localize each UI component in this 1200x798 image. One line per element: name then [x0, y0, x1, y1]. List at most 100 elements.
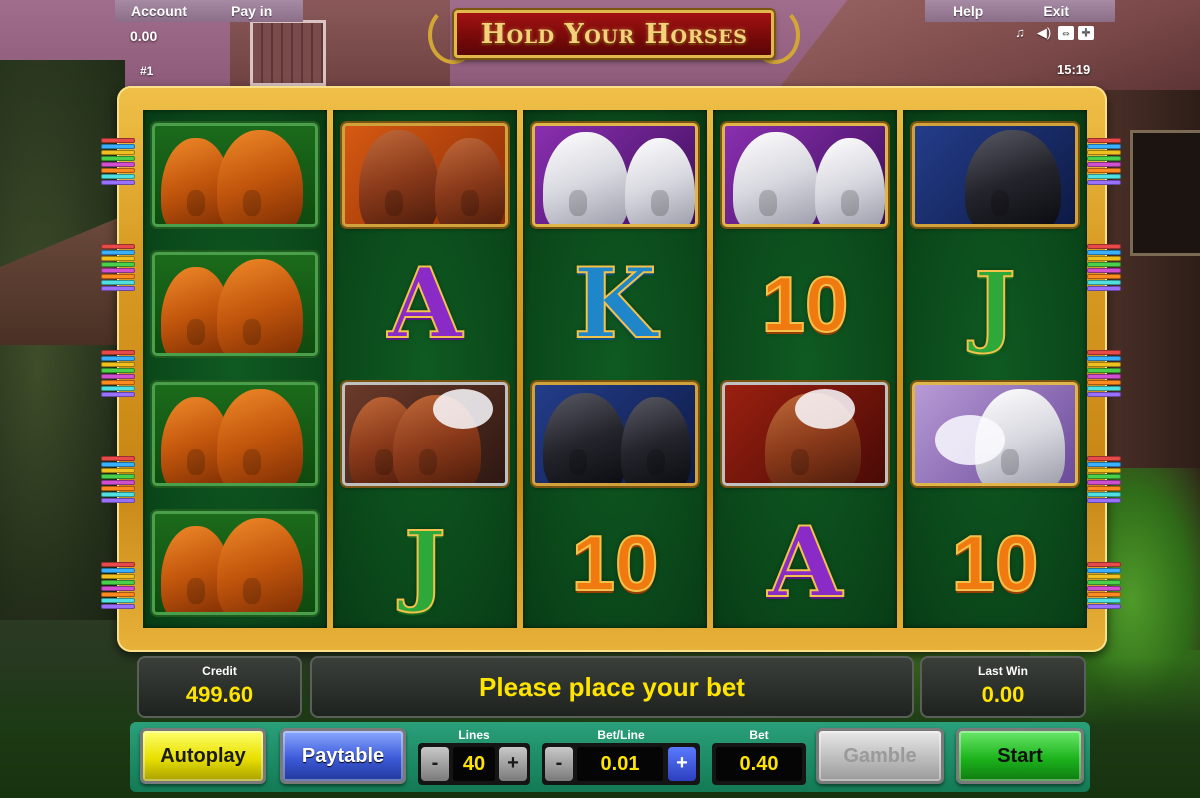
payline-marker[interactable]: [1087, 604, 1121, 609]
betline-decrease-button[interactable]: -: [545, 747, 573, 781]
payline-marker[interactable]: [101, 168, 135, 173]
sound-icon[interactable]: ◀): [1034, 25, 1054, 41]
payline-marker[interactable]: [1087, 574, 1121, 579]
payline-marker[interactable]: [101, 392, 135, 397]
payline-marker[interactable]: [101, 498, 135, 503]
payline-marker[interactable]: [1087, 568, 1121, 573]
payline-marker[interactable]: [101, 574, 135, 579]
payline-marker[interactable]: [101, 604, 135, 609]
payline-marker[interactable]: [1087, 256, 1121, 261]
payline-marker[interactable]: [1087, 138, 1121, 143]
account-link[interactable]: Account: [131, 3, 187, 19]
payline-marker[interactable]: [101, 150, 135, 155]
payline-marker[interactable]: [1087, 456, 1121, 461]
payline-marker[interactable]: [1087, 362, 1121, 367]
payline-marker[interactable]: [1087, 268, 1121, 273]
payline-marker[interactable]: [1087, 250, 1121, 255]
fullscreen-icon[interactable]: ⇔: [1058, 26, 1074, 40]
horse-icon: [435, 137, 505, 224]
payline-marker[interactable]: [101, 486, 135, 491]
payline-marker[interactable]: [1087, 368, 1121, 373]
payline-marker[interactable]: [101, 592, 135, 597]
payline-marker[interactable]: [1087, 492, 1121, 497]
payline-marker[interactable]: [1087, 168, 1121, 173]
payline-marker[interactable]: [101, 368, 135, 373]
payline-marker[interactable]: [1087, 462, 1121, 467]
payline-marker[interactable]: [101, 362, 135, 367]
payline-marker[interactable]: [1087, 580, 1121, 585]
payline-marker[interactable]: [1087, 374, 1121, 379]
credit-box: Credit 499.60: [137, 656, 302, 718]
payline-marker[interactable]: [101, 480, 135, 485]
settings-icon[interactable]: ✛: [1078, 26, 1094, 40]
payline-marker[interactable]: [101, 156, 135, 161]
payline-marker[interactable]: [1087, 144, 1121, 149]
payline-marker[interactable]: [1087, 162, 1121, 167]
payline-marker[interactable]: [1087, 486, 1121, 491]
payline-marker[interactable]: [1087, 350, 1121, 355]
lines-increase-button[interactable]: +: [499, 747, 527, 781]
payline-marker[interactable]: [101, 180, 135, 185]
payline-marker[interactable]: [101, 280, 135, 285]
payline-marker[interactable]: [101, 586, 135, 591]
horse-tile: [532, 381, 698, 486]
payline-marker[interactable]: [101, 374, 135, 379]
lines-decrease-button[interactable]: -: [421, 747, 449, 781]
payline-marker[interactable]: [1087, 380, 1121, 385]
help-link[interactable]: Help: [953, 3, 983, 19]
start-button[interactable]: Start: [956, 728, 1084, 784]
payline-marker[interactable]: [101, 256, 135, 261]
payline-marker[interactable]: [101, 174, 135, 179]
payline-marker[interactable]: [1087, 150, 1121, 155]
payline-marker[interactable]: [1087, 474, 1121, 479]
payline-marker[interactable]: [101, 162, 135, 167]
payline-marker[interactable]: [101, 268, 135, 273]
payline-marker[interactable]: [1087, 180, 1121, 185]
payline-marker[interactable]: [101, 474, 135, 479]
payline-marker[interactable]: [101, 562, 135, 567]
gamble-button[interactable]: Gamble: [816, 728, 944, 784]
paytable-button[interactable]: Paytable: [280, 728, 406, 784]
payline-marker[interactable]: [1087, 280, 1121, 285]
payline-marker[interactable]: [101, 568, 135, 573]
payline-marker[interactable]: [101, 456, 135, 461]
music-icon[interactable]: ♫: [1010, 25, 1030, 41]
payline-marker[interactable]: [1087, 244, 1121, 249]
payline-marker[interactable]: [101, 580, 135, 585]
payline-marker[interactable]: [1087, 468, 1121, 473]
payline-marker[interactable]: [101, 462, 135, 467]
payline-marker[interactable]: [101, 598, 135, 603]
payline-marker[interactable]: [101, 492, 135, 497]
payline-marker[interactable]: [1087, 562, 1121, 567]
payline-marker[interactable]: [1087, 480, 1121, 485]
payline-marker[interactable]: [1087, 156, 1121, 161]
payline-marker[interactable]: [1087, 356, 1121, 361]
payline-marker[interactable]: [101, 244, 135, 249]
exit-link[interactable]: Exit: [1043, 3, 1069, 19]
payline-marker[interactable]: [1087, 592, 1121, 597]
payline-marker[interactable]: [101, 144, 135, 149]
payline-marker[interactable]: [101, 386, 135, 391]
payline-marker[interactable]: [101, 274, 135, 279]
payline-marker[interactable]: [101, 286, 135, 291]
payline-marker[interactable]: [1087, 392, 1121, 397]
autoplay-button[interactable]: Autoplay: [140, 728, 266, 784]
payline-marker[interactable]: [101, 138, 135, 143]
payline-marker[interactable]: [101, 262, 135, 267]
payline-marker[interactable]: [1087, 174, 1121, 179]
payline-marker[interactable]: [1087, 286, 1121, 291]
payline-marker[interactable]: [101, 380, 135, 385]
last-win-value: 0.00: [981, 682, 1025, 707]
payline-marker[interactable]: [1087, 274, 1121, 279]
payline-marker[interactable]: [1087, 498, 1121, 503]
payline-marker[interactable]: [101, 250, 135, 255]
payin-link[interactable]: Pay in: [231, 3, 272, 19]
betline-increase-button[interactable]: +: [668, 747, 696, 781]
payline-marker[interactable]: [1087, 598, 1121, 603]
payline-marker[interactable]: [101, 356, 135, 361]
payline-marker[interactable]: [1087, 386, 1121, 391]
payline-marker[interactable]: [1087, 586, 1121, 591]
payline-marker[interactable]: [1087, 262, 1121, 267]
payline-marker[interactable]: [101, 468, 135, 473]
payline-marker[interactable]: [101, 350, 135, 355]
